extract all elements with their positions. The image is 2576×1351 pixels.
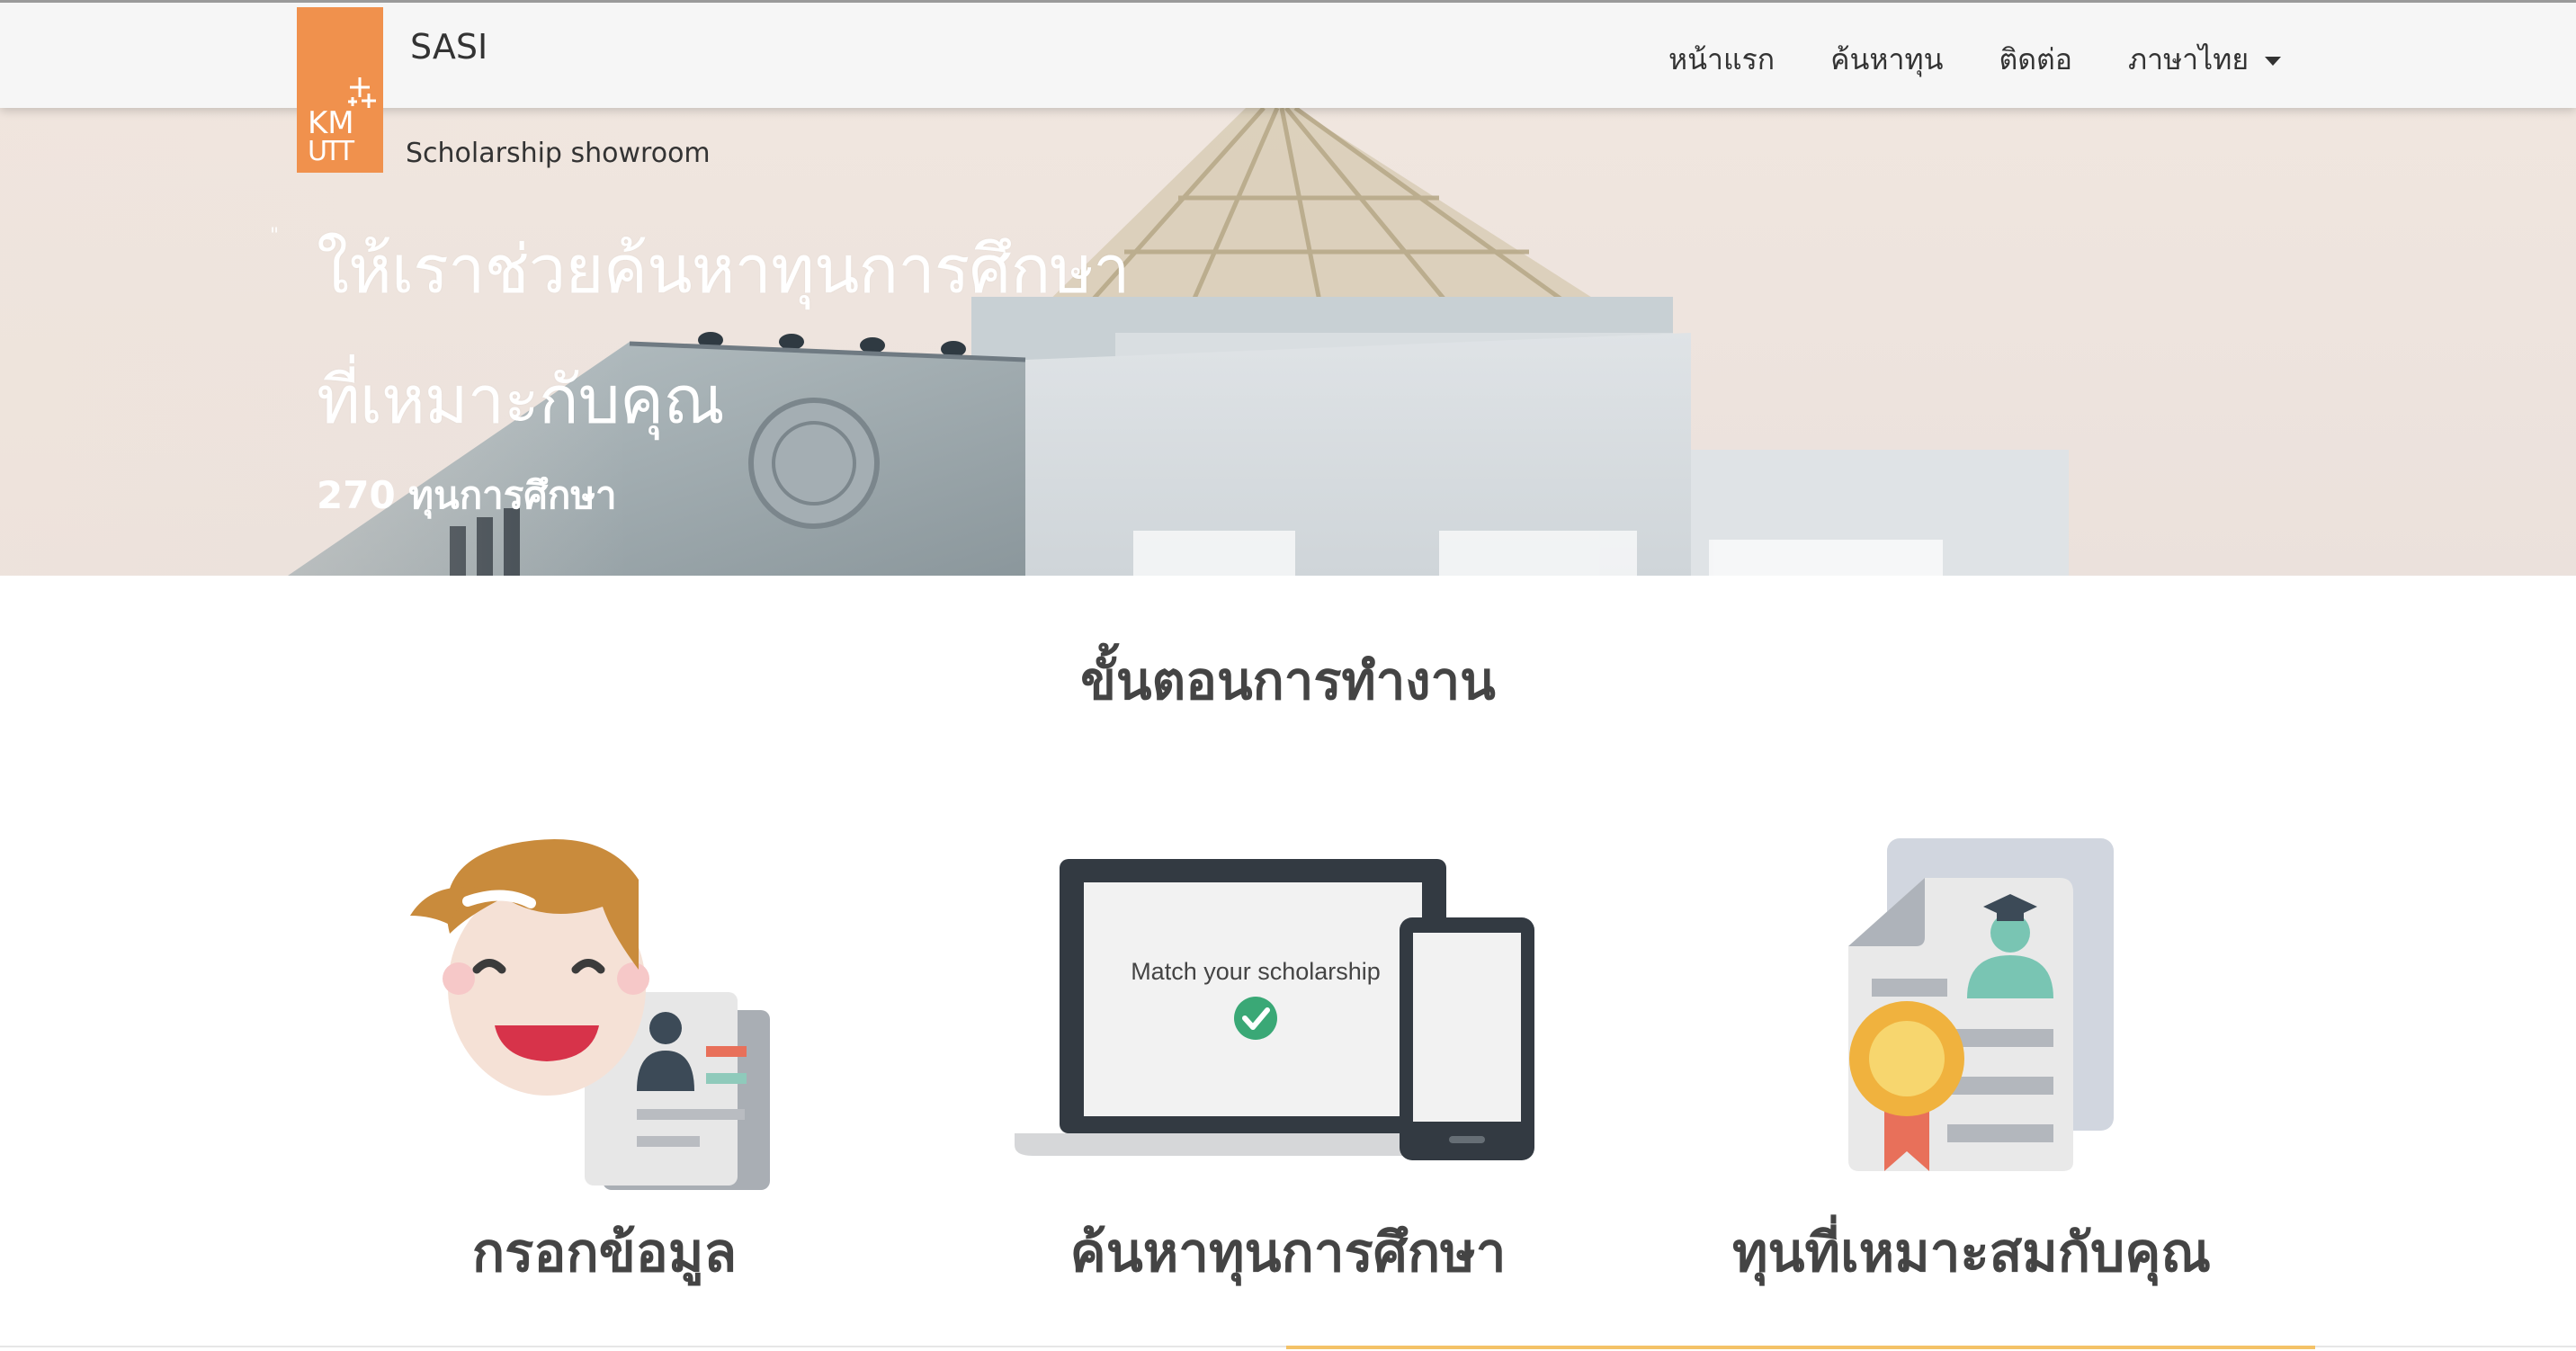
step-label-match: ทุนที่เหมาะสมกับคุณ — [1731, 1221, 2212, 1284]
steps-title: ขั้นตอนการทำงาน — [1080, 650, 1496, 711]
step-label-search: ค้นหาทุนการศึกษา — [1069, 1221, 1507, 1284]
brand-subtitle: Scholarship showroom — [406, 138, 711, 169]
hero-headline-line1: ให้เราช่วยค้นหาทุนการศึกษา — [317, 231, 1131, 309]
laptop-screen-text: Match your scholarship — [1131, 958, 1381, 985]
hero-headline-line2: ที่เหมาะกับคุณ — [317, 362, 725, 439]
nav-item-search[interactable]: ค้นหาทุน — [1830, 37, 1943, 83]
kmutt-logo[interactable]: KM UTT — [297, 7, 383, 173]
top-navbar: หน้าแรก ค้นหาทุน ติดต่อ ภาษาไทย — [0, 0, 2576, 108]
step-label-fill-info: กรอกข้อมูล — [471, 1221, 738, 1284]
section-accent-bar — [1286, 1346, 2315, 1349]
language-label: ภาษาไทย — [2128, 42, 2250, 76]
laptop-phone-icon: Match your scholarship — [1015, 859, 1536, 1173]
caret-down-icon — [2265, 56, 2282, 66]
scholarship-count: 270 ทุนการศึกษา — [317, 473, 617, 517]
logo-text-utt: UTT — [308, 136, 355, 167]
hero-banner: " ให้เราช่วยค้นหาทุนการศึกษา ที่เหมาะกับ… — [0, 108, 2576, 576]
user-form-icon — [396, 826, 801, 1207]
language-dropdown[interactable]: ภาษาไทย — [2128, 37, 2282, 83]
nav-item-contact[interactable]: ติดต่อ — [1999, 37, 2072, 83]
certificate-icon — [1848, 838, 2118, 1175]
nav-menu: หน้าแรก ค้นหาทุน ติดต่อ ภาษาไทย — [1668, 37, 2337, 83]
nav-item-home[interactable]: หน้าแรก — [1668, 37, 1775, 83]
brand-title: SASI — [410, 27, 488, 67]
hero-quote-mark: " — [270, 225, 280, 247]
